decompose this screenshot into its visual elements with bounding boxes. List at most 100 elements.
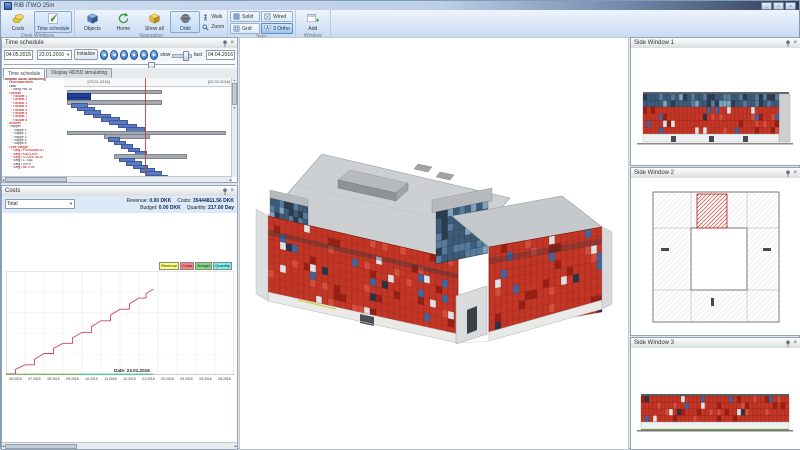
time-schedule-button[interactable]: Time schedule (34, 11, 72, 33)
axis-tick-label: 12.2015 (119, 377, 140, 381)
ribbon-group-dock-windows: Costs Time schedule Dock Windows (1, 10, 75, 37)
add-window-button[interactable]: Add (298, 11, 328, 33)
solid-cube-icon (233, 13, 240, 20)
side-window-1-title: Side Window 1 (634, 40, 674, 46)
pin-icon[interactable] (785, 340, 791, 347)
gantt-horizontal-scrollbar[interactable]: ◀▶ (2, 176, 232, 182)
ribbon-group-view: Solid Wired Grid (228, 10, 296, 37)
maximize-button[interactable]: □ (773, 2, 784, 10)
costs-filter-dropdown[interactable]: Total▼ (5, 199, 75, 209)
objects-button[interactable]: Objects (77, 11, 107, 33)
side-window-2-view[interactable] (631, 178, 800, 335)
step-back-button[interactable] (110, 50, 118, 60)
costs-button[interactable]: Costs (3, 11, 33, 33)
solid-toggle[interactable]: Solid (230, 11, 260, 22)
zoom-button[interactable]: Zoom (202, 23, 224, 32)
grid-icon (233, 25, 240, 32)
gantt-chart[interactable]: [23.01.2016] [22.02.2016] (64, 78, 232, 177)
close-panel-icon[interactable]: × (793, 339, 797, 347)
slow-label: slow (160, 52, 170, 58)
simulation-start-date[interactable]: 04.05.2015 (4, 50, 33, 60)
wired-toggle[interactable]: Wired (261, 11, 293, 22)
axis-tick-label: 09.2015 (62, 377, 83, 381)
ribbon-group-navigation: Objects Home Show all (75, 10, 228, 37)
chart-horizontal-scrollbar[interactable]: ◀▶ (2, 442, 237, 449)
stats-line-2: Budget: 0.00 DKK Quantity: 217.00 Day (140, 205, 234, 211)
time-schedule-icon (47, 12, 60, 25)
play-button[interactable] (120, 50, 128, 60)
legend-item: Budget (195, 262, 212, 270)
ribbon-toolbar: Costs Time schedule Dock Windows (1, 10, 799, 38)
axis-tick-label: 01.2016 (138, 377, 159, 381)
building-3d-model (240, 38, 628, 449)
reset-view-icon (117, 12, 130, 25)
close-button[interactable]: × (785, 2, 796, 10)
chart-x-axis-labels: 06.201507.201508.201509.201510.201511.20… (6, 377, 237, 383)
legend-item: Quantity (213, 262, 232, 270)
tree-item[interactable]: · Væg i BETON (2, 166, 64, 169)
elevation-view-front (631, 48, 800, 166)
close-panel-icon[interactable]: × (793, 169, 797, 177)
walk-button[interactable]: Walk (202, 13, 224, 22)
speed-slider[interactable] (172, 51, 192, 59)
minimize-button[interactable]: _ (761, 2, 772, 10)
add-window-icon (306, 12, 319, 25)
simulation-end-date[interactable]: 04.04.2016 (206, 50, 235, 60)
pin-icon[interactable] (785, 40, 791, 47)
costs-panel: Costs × Total▼ Revenue: 0.00 DKK Costs: … (1, 185, 238, 450)
grid-toggle[interactable]: Grid (230, 23, 260, 34)
coins-icon (12, 12, 25, 25)
orbit-icon (179, 12, 192, 25)
step-forward-button[interactable] (140, 50, 148, 60)
axis-tick-label: 06.2015 (5, 377, 26, 381)
current-date-line (145, 78, 146, 177)
side-window-2-title: Side Window 2 (634, 170, 674, 176)
close-panel-icon[interactable]: × (230, 187, 234, 195)
costs-value: 35444811.56 DKK (193, 198, 234, 204)
side-window-3-view[interactable] (631, 348, 800, 449)
gantt-area: Tidsplan 4D/5D simulering· Hovedaktivite… (2, 78, 232, 177)
chart-current-date-label: Date: 23.01.2016 (114, 368, 150, 373)
gantt-start-date: [23.01.2016] (88, 79, 110, 84)
home-button[interactable]: Home (108, 11, 138, 33)
chart-plot-area (6, 271, 234, 375)
side-window-3-title: Side Window 3 (634, 340, 674, 346)
skip-to-end-button[interactable] (150, 50, 158, 60)
side-window-2-panel: Side Window 2 × (630, 167, 800, 336)
chevron-down-icon: ▼ (66, 51, 70, 59)
quantity-value: 217.00 Day (208, 205, 234, 211)
legend-item: Costs (180, 262, 194, 270)
axis-tick-label: 10.2015 (81, 377, 102, 381)
plan-view (631, 178, 800, 336)
costs-chart-canvas[interactable]: RevenueCostsBudgetQuantity Date: 23.01.2… (2, 213, 237, 443)
close-panel-icon[interactable]: × (230, 39, 234, 47)
ortho-toggle[interactable]: 3 Ortho (261, 23, 293, 34)
current-date-dropdown[interactable]: 23.01.2016▼ (37, 50, 72, 60)
gantt-vertical-scrollbar[interactable]: ▲▼ (231, 78, 237, 177)
show-all-button[interactable]: Show all (139, 11, 169, 33)
fast-label: fast (194, 52, 202, 58)
ribbon-group-window: Add Window (296, 10, 331, 37)
orbit-button[interactable]: Orbit (170, 11, 200, 33)
axis-tick-label: 07.2015 (24, 377, 45, 381)
axis-tick-label: 11.2015 (100, 377, 121, 381)
tab-display-simulating[interactable]: Display 4D/5D simulating (46, 68, 112, 78)
time-schedule-panel: Time schedule × 04.05.2015 23.01.2016▼ I… (1, 37, 238, 183)
ortho-windows-icon (264, 25, 271, 32)
revenue-value: 0.00 DKK (149, 198, 171, 204)
side-window-1-panel: Side Window 1 × (630, 37, 800, 166)
chart-legend: RevenueCostsBudgetQuantity (159, 262, 232, 270)
pin-icon[interactable] (222, 188, 228, 195)
skip-to-start-button[interactable] (100, 50, 108, 60)
side-window-1-view[interactable] (631, 48, 800, 165)
close-panel-icon[interactable]: × (793, 39, 797, 47)
stop-button[interactable] (130, 50, 138, 60)
wireframe-cube-icon (264, 13, 271, 20)
pin-icon[interactable] (785, 170, 791, 177)
walk-icon (202, 14, 209, 21)
pin-icon[interactable] (222, 40, 228, 47)
initialize-button[interactable]: Initialize (74, 49, 98, 60)
side-window-3-panel: Side Window 3 × (630, 337, 800, 450)
3d-model-viewport[interactable] (239, 37, 629, 450)
simulation-controls: 04.05.2015 23.01.2016▼ Initialize slow f… (2, 48, 237, 62)
